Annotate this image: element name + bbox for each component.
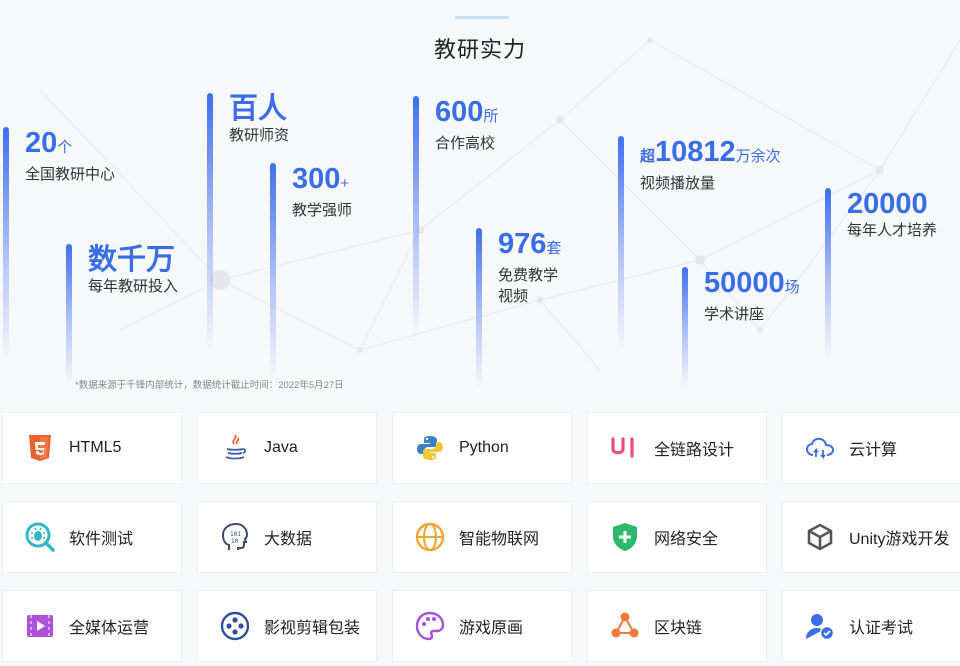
- course-card-html5[interactable]: HTML5: [2, 412, 182, 484]
- course-card-cloud[interactable]: 云计算: [782, 412, 960, 484]
- stat-desc-line2: 视频: [498, 288, 529, 305]
- blockchain-icon: [610, 611, 640, 641]
- course-card-big-data[interactable]: 101 10 大数据: [197, 501, 377, 573]
- title-accent-bar: [455, 16, 509, 19]
- palette-icon: [415, 611, 445, 641]
- stat-unit: 所: [483, 108, 499, 125]
- course-label: 云计算: [849, 442, 898, 459]
- stat-value: 50000: [704, 267, 785, 299]
- course-label: 软件测试: [69, 531, 134, 548]
- course-card-python[interactable]: Python: [392, 412, 572, 484]
- course-label: 全媒体运营: [69, 620, 150, 637]
- course-card-certification[interactable]: 认证考试: [782, 590, 960, 662]
- stat-unit: 场: [784, 279, 800, 296]
- course-card-game-art[interactable]: 游戏原画: [392, 590, 572, 662]
- data-source-footnote: *数据来源于千锋内部统计，数据统计截止时间：2022年5月27日: [75, 380, 344, 391]
- stat-value: 数千万: [88, 244, 176, 276]
- big-data-head-icon: 101 10: [220, 522, 250, 552]
- course-card-security[interactable]: 网络安全: [587, 501, 767, 573]
- course-label: 大数据: [264, 531, 313, 548]
- stat-value: 20: [25, 127, 58, 159]
- course-label: 智能物联网: [459, 531, 540, 548]
- course-card-video-editing[interactable]: 影视剪辑包装: [197, 590, 377, 662]
- course-label: 全链路设计: [654, 442, 735, 459]
- course-label: Unity游戏开发: [849, 531, 950, 548]
- unity-icon: [805, 522, 835, 552]
- stat-unit: 个: [57, 139, 73, 156]
- course-label: 认证考试: [849, 620, 914, 637]
- course-label: 网络安全: [654, 531, 719, 548]
- stat-unit: 万余次: [735, 148, 781, 165]
- film-reel-icon: [220, 611, 250, 641]
- stat-desc: 每年人才培养: [847, 222, 938, 239]
- course-label: Java: [264, 439, 298, 456]
- stat-desc: 视频播放量: [640, 175, 716, 192]
- course-label: HTML5: [69, 439, 122, 456]
- stat-value: 976: [498, 228, 547, 260]
- globe-icon: [415, 522, 445, 552]
- course-card-java[interactable]: Java: [197, 412, 377, 484]
- course-label: Python: [459, 439, 509, 456]
- bug-search-icon: [25, 522, 55, 552]
- film-play-icon: [25, 611, 55, 641]
- stat-value: 300: [292, 163, 341, 195]
- ui-design-icon: [610, 433, 640, 463]
- course-card-blockchain[interactable]: 区块链: [587, 590, 767, 662]
- user-check-icon: [805, 611, 835, 641]
- stat-unit: 套: [546, 240, 562, 257]
- stat-value: 百人: [229, 93, 288, 125]
- stat-desc: 全国教研中心: [25, 166, 116, 183]
- stat-desc: 教研师资: [229, 127, 290, 144]
- svg-text:10: 10: [231, 538, 239, 545]
- stat-desc: 免费教学: [498, 267, 559, 284]
- stat-desc: 合作高校: [435, 135, 496, 152]
- html5-icon: [25, 433, 55, 463]
- svg-text:101: 101: [230, 531, 241, 538]
- python-icon: [415, 433, 445, 463]
- java-icon: [220, 433, 250, 463]
- section-title: 教研实力: [433, 37, 526, 62]
- stat-value: 600: [435, 96, 484, 128]
- course-label: 影视剪辑包装: [264, 620, 361, 637]
- course-card-iot[interactable]: 智能物联网: [392, 501, 572, 573]
- stat-desc: 学术讲座: [704, 306, 765, 323]
- course-card-ui-design[interactable]: 全链路设计: [587, 412, 767, 484]
- shield-icon: [610, 522, 640, 552]
- stat-prefix: 超: [640, 148, 656, 165]
- stat-unit: +: [340, 175, 350, 192]
- course-card-unity[interactable]: Unity游戏开发: [782, 501, 960, 573]
- stat-value: 10812: [655, 136, 736, 168]
- course-card-testing[interactable]: 软件测试: [2, 501, 182, 573]
- cloud-icon: [805, 433, 835, 463]
- stat-desc: 教学强师: [292, 202, 353, 219]
- stat-desc: 每年教研投入: [88, 278, 179, 295]
- course-label: 游戏原画: [459, 620, 524, 637]
- course-card-media-ops[interactable]: 全媒体运营: [2, 590, 182, 662]
- course-label: 区块链: [654, 620, 703, 637]
- stat-value: 20000: [847, 188, 928, 220]
